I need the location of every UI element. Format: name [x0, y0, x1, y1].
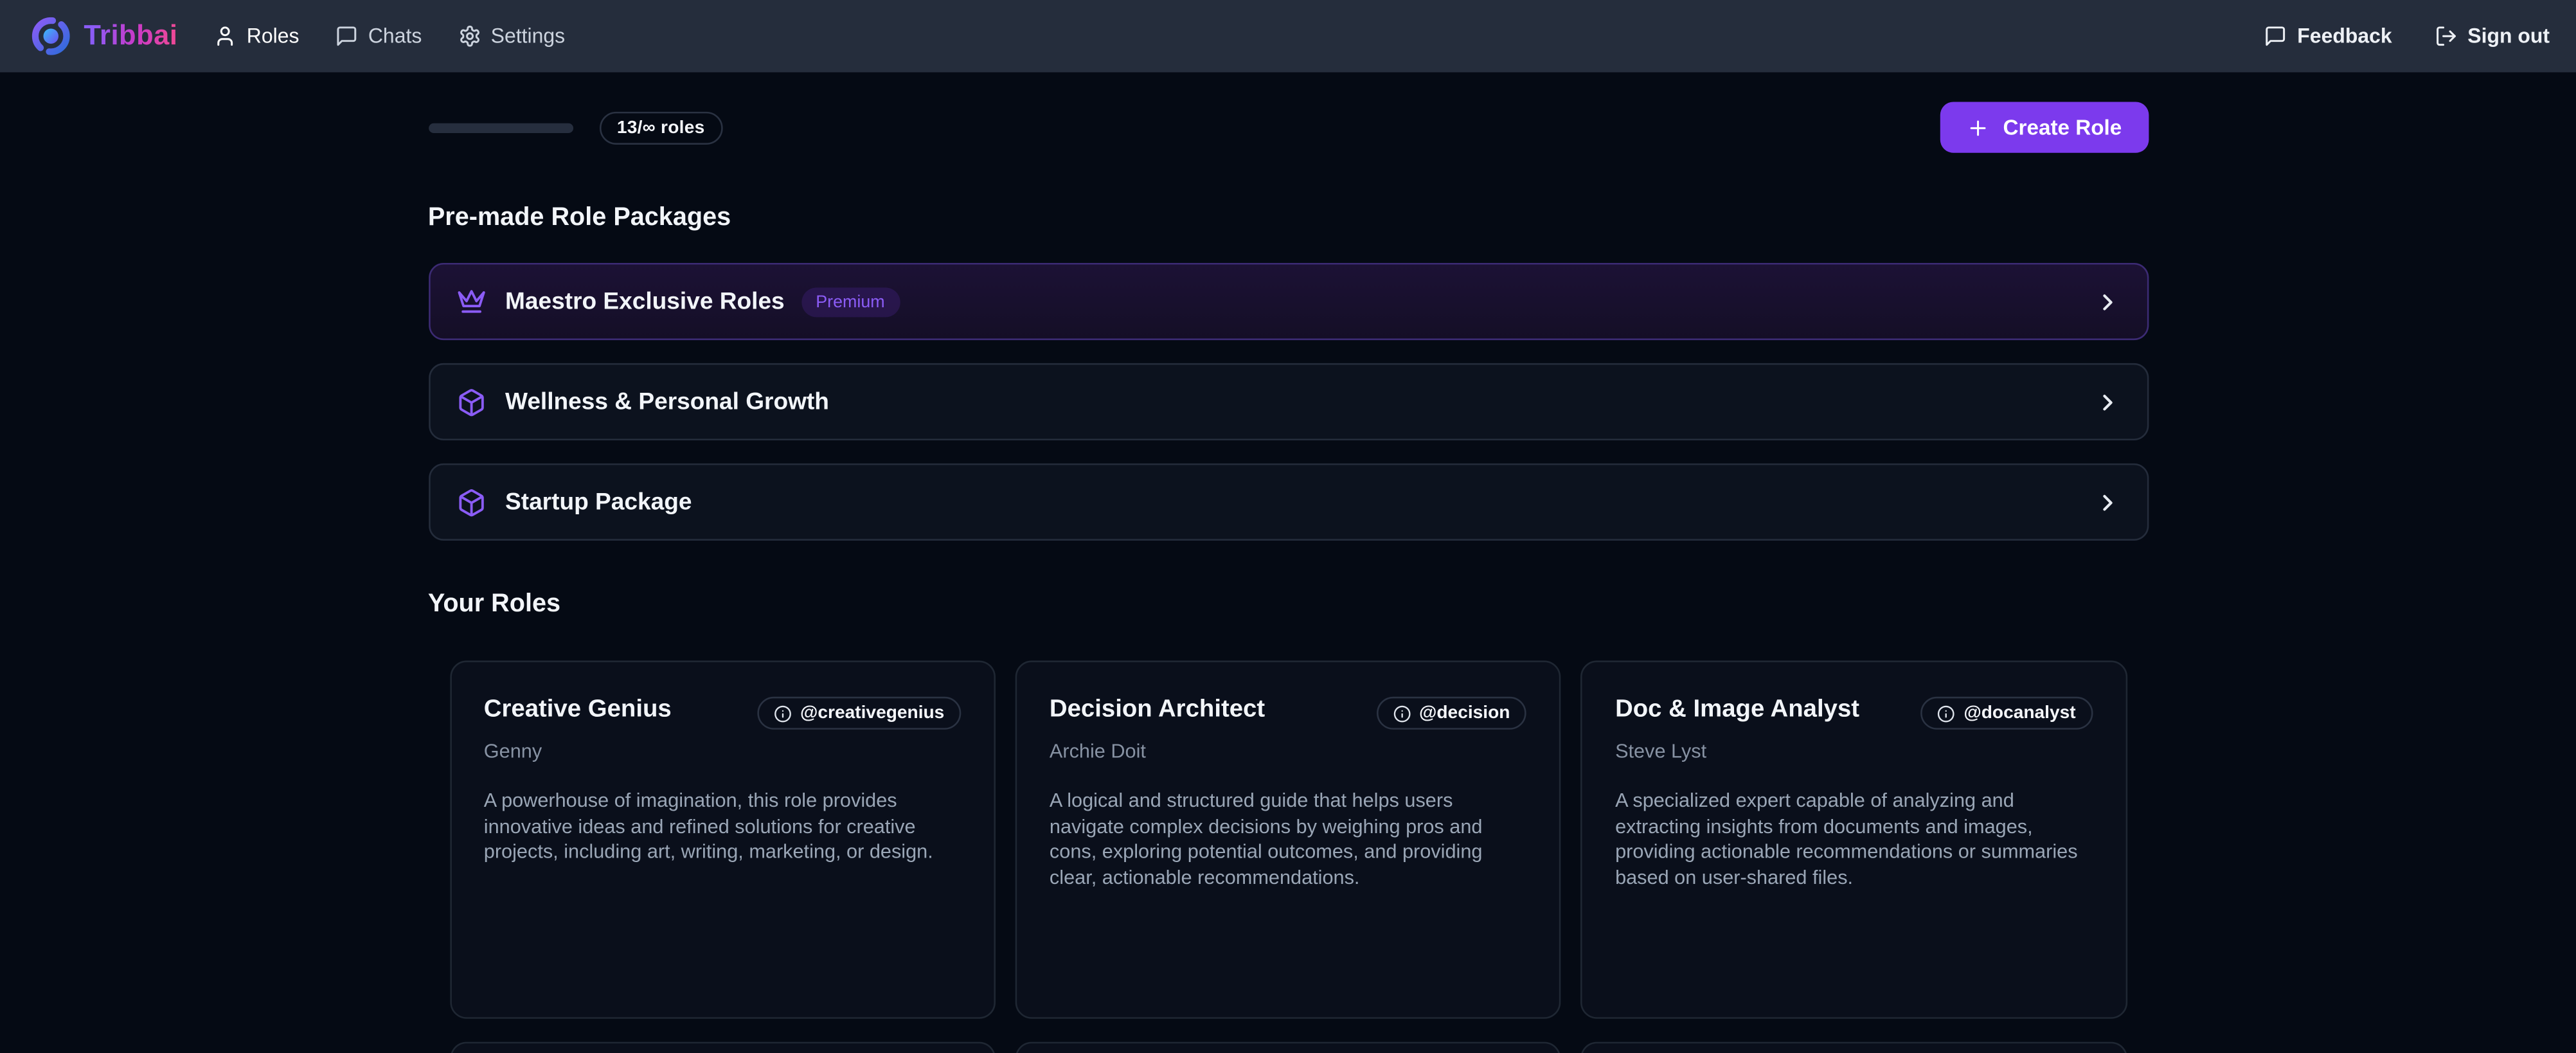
role-title: Decision Architect: [1050, 695, 1265, 724]
feedback-label: Feedback: [2297, 24, 2392, 48]
gear-icon: [458, 24, 481, 48]
sign-out-button[interactable]: Sign out: [2435, 24, 2550, 48]
role-agent-name: Genny: [484, 739, 961, 762]
role-cards-grid-next-row: [428, 1042, 2148, 1053]
info-icon: [774, 704, 792, 722]
roles-count-badge: 13/∞ roles: [599, 111, 723, 144]
package-title: Startup Package: [505, 489, 692, 515]
role-card-decision-architect[interactable]: Decision Architect @decision Archie Doit…: [1015, 661, 1561, 1019]
package-row-startup[interactable]: Startup Package: [428, 464, 2148, 541]
tribbai-logo-icon: [30, 15, 72, 57]
brand-name: Tribbai: [84, 20, 177, 53]
role-card-doc-image-analyst[interactable]: Doc & Image Analyst @docanalyst Steve Ly…: [1580, 661, 2127, 1019]
package-icon: [456, 487, 485, 517]
role-description: A powerhouse of imagination, this role p…: [484, 789, 961, 865]
primary-nav: Roles Chats Settings: [214, 24, 565, 48]
role-handle-badge[interactable]: @docanalyst: [1921, 697, 2092, 730]
user-icon: [214, 24, 237, 48]
role-title: Doc & Image Analyst: [1615, 695, 1859, 724]
role-cards-grid: Creative Genius @creativegenius Genny A …: [428, 661, 2148, 1019]
role-handle-badge[interactable]: @creativegenius: [758, 697, 961, 730]
role-agent-name: Steve Lyst: [1615, 739, 2092, 762]
package-row-wellness[interactable]: Wellness & Personal Growth: [428, 363, 2148, 440]
package-title: Wellness & Personal Growth: [505, 389, 829, 415]
packages-section-title: Pre-made Role Packages: [428, 202, 2148, 233]
premium-badge: Premium: [801, 287, 899, 316]
roles-progress-bar: [428, 122, 573, 132]
nav-item-settings[interactable]: Settings: [458, 24, 566, 48]
role-card-partial[interactable]: [1015, 1042, 1561, 1053]
sign-out-icon: [2435, 24, 2458, 48]
card-header: Doc & Image Analyst @docanalyst: [1615, 695, 2092, 730]
info-icon: [1393, 704, 1411, 722]
package-list: Maestro Exclusive Roles Premium Wellness…: [428, 263, 2148, 541]
main-content: 13/∞ roles Create Role Pre-made Role Pac…: [428, 102, 2148, 1053]
roles-section-title: Your Roles: [428, 588, 2148, 620]
card-header: Decision Architect @decision: [1050, 695, 1526, 730]
role-handle: @creativegenius: [800, 703, 944, 723]
info-icon: [1937, 704, 1955, 722]
navbar-actions: Feedback Sign out: [2264, 24, 2550, 48]
role-handle: @docanalyst: [1963, 703, 2075, 723]
nav-item-label: Settings: [491, 24, 565, 48]
card-header: Creative Genius @creativegenius: [484, 695, 961, 730]
role-agent-name: Archie Doit: [1050, 739, 1526, 762]
feedback-button[interactable]: Feedback: [2264, 24, 2392, 48]
create-role-label: Create Role: [2003, 115, 2122, 140]
chevron-right-icon: [2094, 389, 2120, 415]
nav-item-label: Roles: [247, 24, 300, 48]
crown-icon: [456, 287, 485, 316]
create-role-button[interactable]: Create Role: [1940, 102, 2148, 152]
role-card-partial[interactable]: [449, 1042, 995, 1053]
chevron-right-icon: [2094, 289, 2120, 315]
role-title: Creative Genius: [484, 695, 672, 724]
role-card-partial[interactable]: [1580, 1042, 2127, 1053]
role-description: A specialized expert capable of analyzin…: [1615, 789, 2092, 890]
chevron-right-icon: [2094, 489, 2120, 515]
roles-toolbar: 13/∞ roles Create Role: [428, 102, 2148, 152]
nav-item-label: Chats: [368, 24, 422, 48]
package-icon: [456, 387, 485, 417]
role-handle-badge[interactable]: @decision: [1377, 697, 1527, 730]
sign-out-label: Sign out: [2467, 24, 2550, 48]
role-description: A logical and structured guide that help…: [1050, 789, 1526, 890]
package-row-maestro[interactable]: Maestro Exclusive Roles Premium: [428, 263, 2148, 340]
plus-icon: [1967, 116, 1990, 139]
nav-item-chats[interactable]: Chats: [335, 24, 422, 48]
chat-icon: [335, 24, 359, 48]
top-navbar: Tribbai Roles Chats Settings Feedback: [0, 0, 2576, 72]
package-title: Maestro Exclusive Roles: [505, 289, 785, 315]
role-card-creative-genius[interactable]: Creative Genius @creativegenius Genny A …: [449, 661, 995, 1019]
brand[interactable]: Tribbai: [30, 15, 177, 57]
nav-item-roles[interactable]: Roles: [214, 24, 300, 48]
role-handle: @decision: [1419, 703, 1510, 723]
chat-icon: [2264, 24, 2287, 48]
